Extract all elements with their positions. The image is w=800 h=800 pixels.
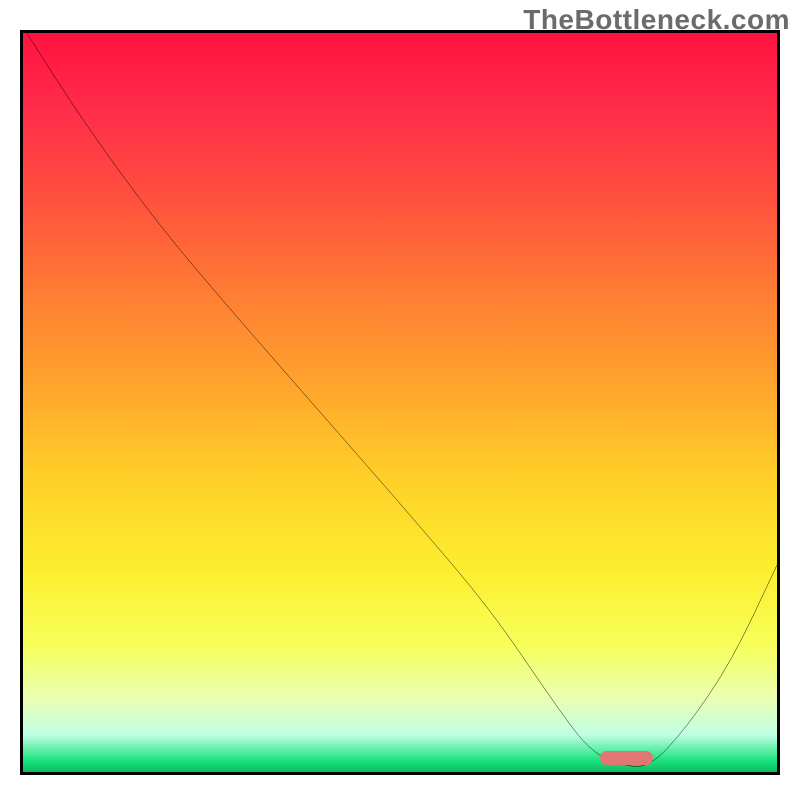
minimum-marker <box>600 751 653 765</box>
watermark-label: TheBottleneck.com <box>523 4 790 36</box>
chart-plot-area <box>20 30 780 775</box>
bottleneck-curve <box>23 33 777 772</box>
chart-frame: TheBottleneck.com <box>0 0 800 800</box>
